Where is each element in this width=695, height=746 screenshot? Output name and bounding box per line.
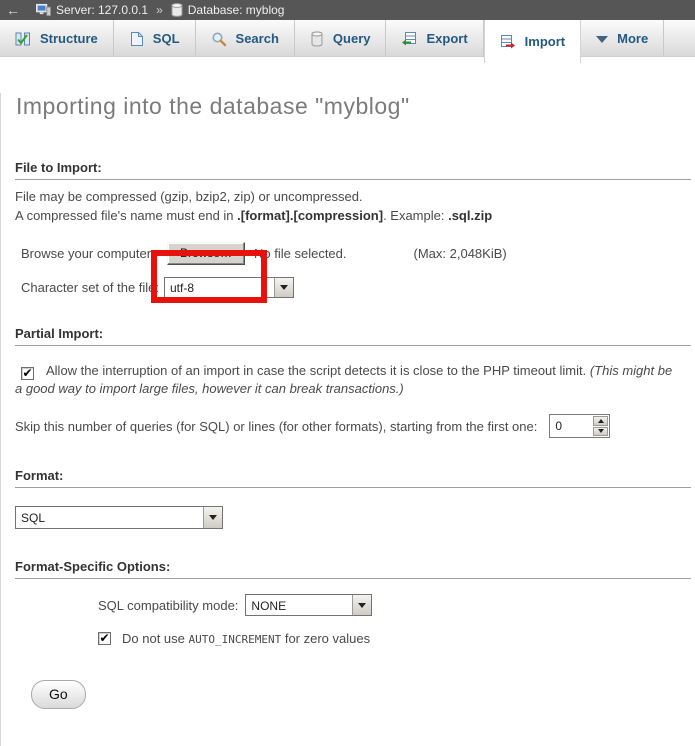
spinner-buttons xyxy=(592,415,609,437)
format-heading: Format: xyxy=(15,468,691,488)
sql-icon xyxy=(129,31,144,47)
allow-interruption-checkbox[interactable]: ✔ xyxy=(21,367,34,380)
allow-interruption-text: Allow the interruption of an import in c… xyxy=(46,363,590,378)
tab-strip: Structure SQL Search xyxy=(0,20,695,57)
spinner-up-icon[interactable] xyxy=(593,416,608,426)
go-button[interactable]: Go xyxy=(31,680,86,709)
tab-search[interactable]: Search xyxy=(196,20,295,57)
server-icon xyxy=(36,3,51,17)
import-page: Importing into the database "myblog" Fil… xyxy=(0,93,695,746)
tab-label: Structure xyxy=(40,31,98,46)
no-file-selected-text: No file selected. xyxy=(254,246,347,261)
tab-label: SQL xyxy=(153,31,180,46)
page-title: Importing into the database "myblog" xyxy=(16,93,695,120)
auto-increment-checkbox[interactable]: ✔ xyxy=(98,632,111,645)
sql-compatibility-select[interactable]: NONE xyxy=(245,594,372,616)
query-icon xyxy=(310,31,324,47)
skip-queries-label: Skip this number of queries (for SQL) or… xyxy=(15,419,537,434)
tab-query[interactable]: Query xyxy=(295,20,387,57)
skip-queries-spinner[interactable]: 0 xyxy=(549,414,610,438)
file-to-import-heading: File to Import: xyxy=(15,160,691,180)
sql-compatibility-label: SQL compatibility mode: xyxy=(98,598,238,613)
tab-label: Query xyxy=(333,31,371,46)
format-select[interactable]: SQL xyxy=(15,506,223,529)
search-icon xyxy=(211,31,227,47)
export-icon xyxy=(401,31,417,47)
dropdown-arrow-icon[interactable] xyxy=(203,507,222,528)
tab-more[interactable]: More xyxy=(581,20,664,57)
skip-queries-row: Skip this number of queries (for SQL) or… xyxy=(15,414,695,438)
charset-row: Character set of the file: utf-8 xyxy=(21,277,695,298)
caret-down-icon xyxy=(596,36,608,43)
auto-increment-label: Do not use AUTO_INCREMENT for zero value… xyxy=(122,631,370,646)
tab-import[interactable]: Import xyxy=(484,20,581,63)
charset-label: Character set of the file: xyxy=(21,280,164,295)
browse-label: Browse your computer: xyxy=(21,246,164,261)
tab-label: Import xyxy=(525,34,565,49)
format-selected-value: SQL xyxy=(16,507,203,528)
skip-queries-value: 0 xyxy=(550,415,592,437)
compression-info-line1: File may be compressed (gzip, bzip2, zip… xyxy=(15,188,681,206)
database-icon xyxy=(171,3,183,17)
file-upload-row: Browse your computer: Browse… No file se… xyxy=(21,242,695,265)
back-arrow-icon[interactable]: ← xyxy=(6,2,30,18)
charset-selected-value: utf-8 xyxy=(165,278,274,297)
sql-compatibility-row: SQL compatibility mode: NONE xyxy=(98,594,695,616)
breadcrumb-server[interactable]: Server: 127.0.0.1 xyxy=(36,3,148,17)
breadcrumb-bar: ← Server: 127.0.0.1 » Database: myblog xyxy=(0,0,695,20)
dropdown-arrow-icon[interactable] xyxy=(274,278,293,297)
spinner-down-icon[interactable] xyxy=(593,427,608,437)
tab-label: Search xyxy=(236,31,279,46)
structure-icon xyxy=(15,31,31,47)
tab-label: Export xyxy=(426,31,467,46)
tab-export[interactable]: Export xyxy=(386,20,483,57)
import-icon xyxy=(500,34,516,50)
tab-bar: Structure SQL Search xyxy=(0,20,695,63)
compression-info-line2: A compressed file's name must end in .[f… xyxy=(15,207,681,225)
tab-label: More xyxy=(617,31,648,46)
breadcrumb-database-label: Database: myblog xyxy=(188,3,285,17)
tab-sql[interactable]: SQL xyxy=(114,20,196,57)
partial-import-heading: Partial Import: xyxy=(15,326,691,346)
format-specific-options-heading: Format-Specific Options: xyxy=(15,559,691,579)
format-row: SQL xyxy=(15,506,695,529)
charset-select[interactable]: utf-8 xyxy=(164,277,294,298)
breadcrumb-database[interactable]: Database: myblog xyxy=(171,3,285,17)
dropdown-arrow-icon[interactable] xyxy=(352,595,371,615)
breadcrumb-separator: » xyxy=(154,3,165,17)
breadcrumb-server-label: Server: 127.0.0.1 xyxy=(56,3,148,17)
max-size-text: (Max: 2,048KiB) xyxy=(414,246,507,261)
tab-structure[interactable]: Structure xyxy=(0,20,114,57)
browse-button[interactable]: Browse… xyxy=(167,242,245,265)
auto-increment-row: ✔ Do not use AUTO_INCREMENT for zero val… xyxy=(98,631,695,646)
sql-compatibility-value: NONE xyxy=(246,595,352,615)
allow-interruption-row: ✔ Allow the interruption of an import in … xyxy=(15,362,681,397)
